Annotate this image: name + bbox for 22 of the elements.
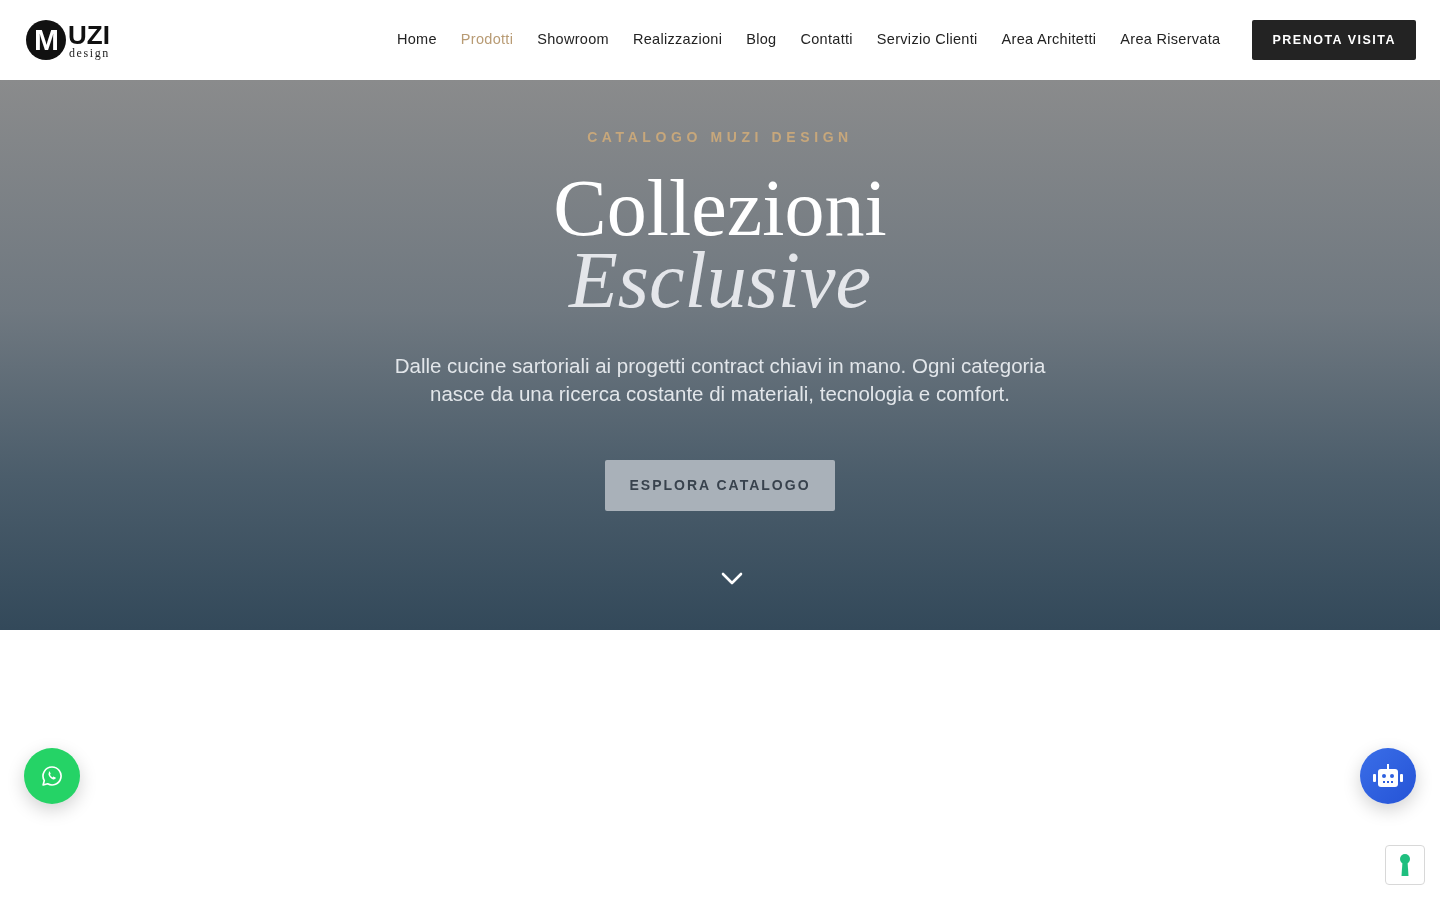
nav-link[interactable]: Contatti	[800, 27, 853, 53]
phone-bubble-icon	[41, 765, 63, 787]
nav-link[interactable]: Area Riservata	[1120, 27, 1221, 53]
nav-link[interactable]: Blog	[746, 27, 777, 53]
robot-icon	[1373, 764, 1403, 788]
nav-link[interactable]: Showroom	[537, 27, 609, 53]
chevron-down-icon[interactable]	[721, 572, 743, 586]
book-visit-button[interactable]: PRENOTA VISITA	[1252, 20, 1416, 60]
keyhole-icon	[1400, 854, 1410, 876]
hero-description: Dalle cucine sartoriali ai progetti contract chiavi in mano. Ogni categoria nasce da una ricerca costante di materiali, tecnologia e comfort.	[393, 353, 1047, 407]
nav-link[interactable]: Home	[396, 27, 437, 53]
hero-title-italic: Esclusive	[568, 244, 872, 316]
chatbot-button[interactable]	[1360, 748, 1416, 804]
nav-link[interactable]: Area Architetti	[1001, 27, 1097, 53]
hero-title: Collezioni	[553, 172, 887, 244]
explore-catalog-button[interactable]: ESPLORA CATALOGO	[605, 460, 835, 511]
logo-tagline: design	[68, 46, 110, 59]
hero-eyebrow: CATALOGO MUZI DESIGN	[587, 128, 853, 146]
nav-link[interactable]: Realizzazioni	[632, 27, 723, 53]
logo-initial[interactable]: M	[26, 20, 66, 60]
nav-link[interactable]: Servizio Clienti	[876, 27, 978, 53]
logo-wordmark[interactable]: UZI	[68, 23, 110, 46]
